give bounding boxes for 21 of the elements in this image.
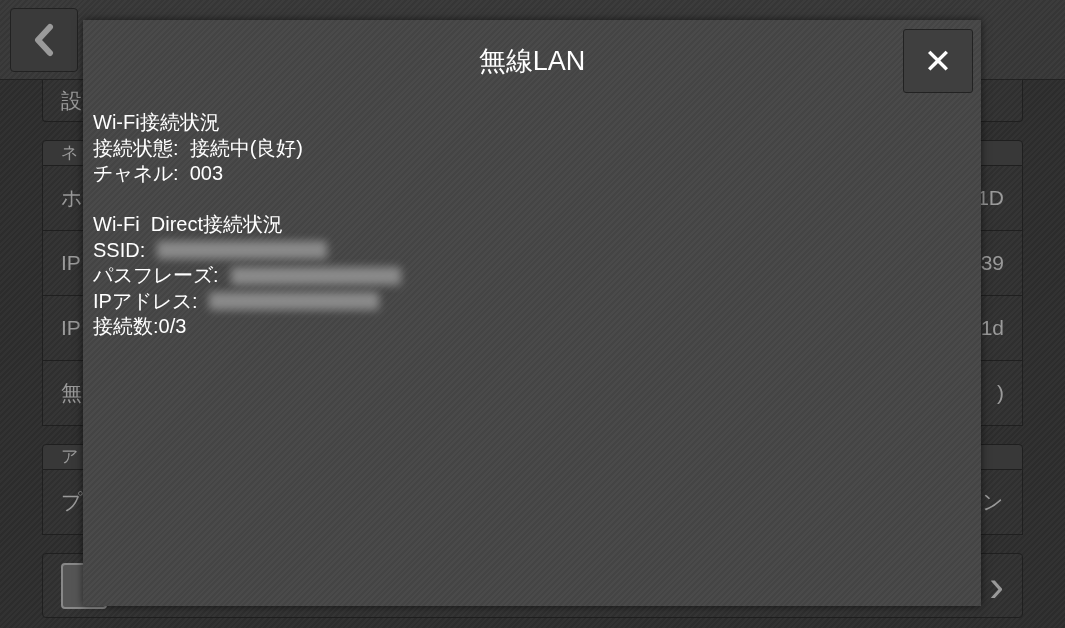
dialog-title: 無線LAN [478, 44, 586, 78]
info-text: 接続数:0/3 [93, 314, 187, 339]
close-button[interactable]: ✕ [903, 29, 973, 93]
row-label: 設 [61, 87, 82, 114]
row-value: 1d [980, 315, 1004, 342]
row-label: 無 [61, 380, 82, 407]
chevron-icon: › [989, 552, 1004, 619]
info-text: IPアドレス: [93, 288, 198, 314]
row-label: ホ [61, 185, 83, 212]
row-value: 39 [980, 250, 1004, 277]
row-label: IP [61, 250, 81, 277]
back-icon [33, 23, 55, 57]
back-button[interactable] [10, 8, 78, 72]
info-text: Wi-Fi接続状況 [93, 110, 220, 135]
row-value: ン [982, 489, 1004, 516]
row-value: ) [997, 380, 1004, 407]
info-text: SSID: [93, 237, 146, 263]
row-label: IP [61, 315, 81, 342]
info-text: Wi-Fi Direct接続状況 [93, 212, 283, 237]
info-text: パスフレーズ: [93, 263, 219, 288]
row-label: プ [61, 489, 83, 516]
